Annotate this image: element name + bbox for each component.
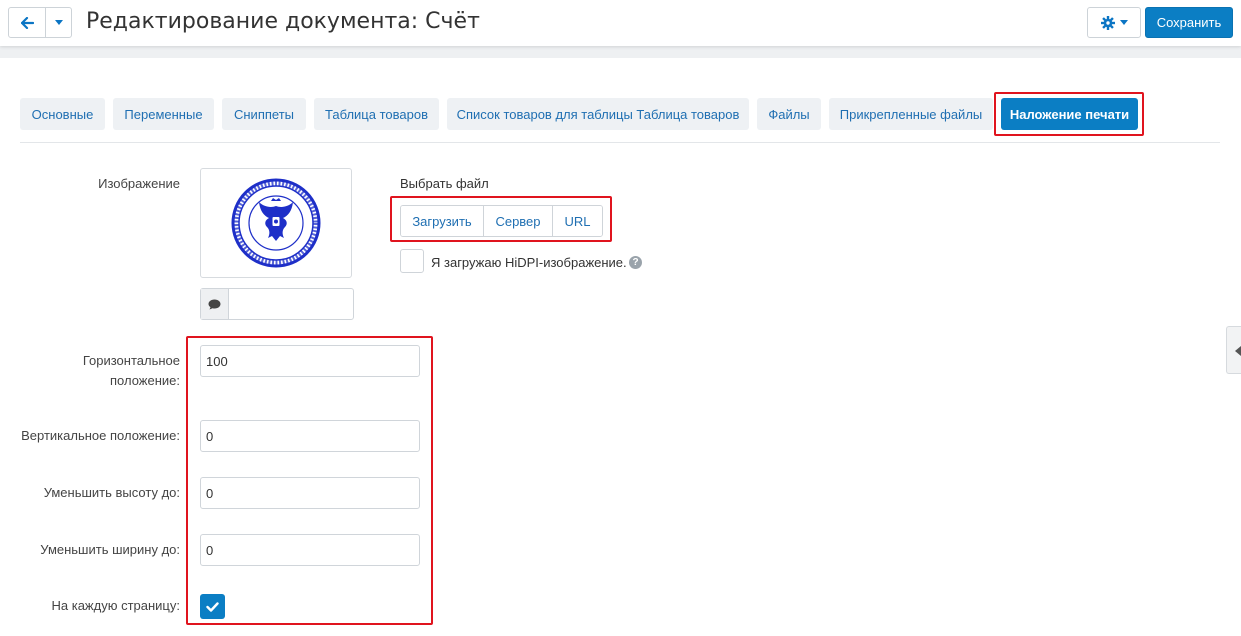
side-panel-toggle[interactable]	[1226, 326, 1241, 374]
page-title: Редактирование документа: Счёт	[86, 9, 480, 34]
tab-products-table[interactable]: Таблица товаров	[314, 98, 439, 130]
top-toolbar: Редактирование документа: Счёт Сохранить	[0, 0, 1241, 46]
tab-variables[interactable]: Переменные	[113, 98, 214, 130]
highlight-upload-buttons	[390, 196, 612, 242]
caret-down-icon	[1119, 20, 1128, 25]
tab-products-list[interactable]: Список товаров для таблицы Таблица товар…	[447, 98, 749, 130]
horizontal-position-label: Горизонтальное положение:	[82, 353, 180, 388]
comment-addon	[201, 289, 229, 319]
settings-dropdown-button[interactable]	[1087, 7, 1141, 38]
reduce-height-label: Уменьшить высоту до:	[43, 485, 180, 500]
chevron-left-icon	[1235, 346, 1241, 356]
tabs-divider	[20, 142, 1220, 143]
hidpi-label: Я загружаю HiDPI-изображение.	[431, 255, 627, 270]
highlight-stamp-tab	[994, 92, 1144, 136]
tab-files[interactable]: Файлы	[757, 98, 821, 130]
image-comment-input[interactable]	[231, 289, 351, 319]
hidpi-checkbox[interactable]	[400, 249, 424, 273]
back-button[interactable]	[8, 7, 46, 38]
tab-snippets[interactable]: Сниппеты	[222, 98, 306, 130]
tab-attached-files[interactable]: Прикрепленные файлы	[829, 98, 993, 130]
image-comment-group	[200, 288, 354, 320]
image-label: Изображение	[98, 176, 180, 191]
every-page-label: На каждую страницу:	[51, 598, 181, 613]
caret-down-icon	[54, 20, 63, 25]
stamp-image	[231, 178, 321, 268]
back-dropdown-button[interactable]	[45, 7, 72, 38]
save-button[interactable]: Сохранить	[1145, 7, 1233, 38]
highlight-position-fields	[186, 336, 433, 625]
arrow-left-icon	[20, 16, 34, 29]
vertical-position-label: Вертикальное положение:	[21, 428, 180, 443]
reduce-width-label: Уменьшить ширину до:	[40, 542, 180, 557]
tab-main[interactable]: Основные	[20, 98, 105, 130]
gear-icon	[1100, 15, 1115, 30]
comment-icon	[208, 299, 221, 309]
stamp-image-preview[interactable]	[200, 168, 352, 278]
question-icon[interactable]: ?	[629, 256, 642, 269]
choose-file-label: Выбрать файл	[400, 176, 489, 191]
